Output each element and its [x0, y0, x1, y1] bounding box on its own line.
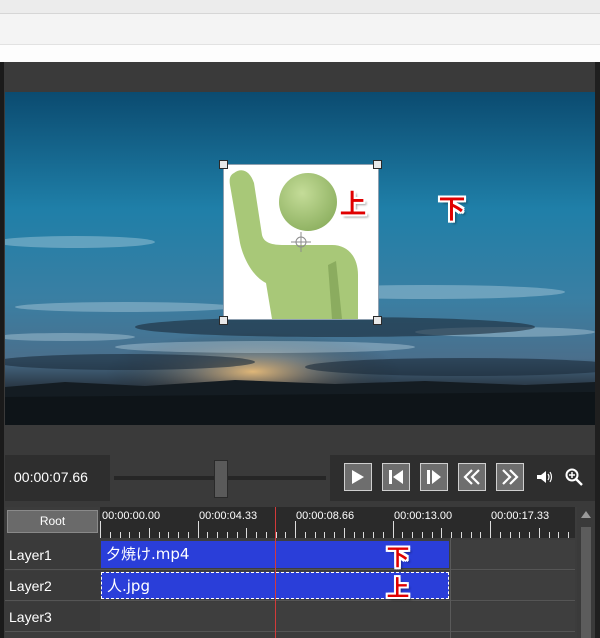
lower-layer-annotation: 下: [439, 195, 466, 225]
track-annotation-upper: 上: [387, 577, 410, 602]
double-chevron-right-icon: [502, 469, 519, 485]
vertical-scrollbar[interactable]: [577, 507, 595, 638]
playhead-line[interactable]: [275, 538, 276, 638]
menu-strip: [0, 45, 600, 62]
play-button[interactable]: [344, 463, 372, 491]
play-icon: [352, 470, 364, 484]
scroll-up-arrow-icon[interactable]: [577, 507, 595, 521]
window-border-right: [595, 62, 600, 638]
timeline-panel: Root 00:00:00.00 00:00:04.33 00:00:08.66…: [5, 507, 595, 638]
layer-label-3[interactable]: Layer3: [5, 602, 100, 632]
resize-handle-top-right[interactable]: [373, 160, 382, 169]
seek-thumb[interactable]: [214, 460, 228, 498]
next-frame-button[interactable]: [420, 463, 448, 491]
zoom-button[interactable]: [563, 466, 585, 488]
title-bar: [0, 0, 600, 14]
step-forward-icon: [427, 470, 441, 484]
step-back-icon: [389, 470, 403, 484]
fast-forward-button[interactable]: [496, 463, 524, 491]
ruler-label-4: 00:00:17.33: [491, 510, 550, 522]
transport-bar: 00:00:07.66: [5, 455, 595, 501]
layer-label-2[interactable]: Layer2: [5, 571, 100, 601]
ruler-label-2: 00:00:08.66: [296, 510, 355, 522]
layer-label-1[interactable]: Layer1: [5, 540, 100, 570]
playhead-marker[interactable]: [275, 507, 276, 538]
speaker-icon: [537, 471, 553, 483]
layer-track-1[interactable]: 夕焼け.mp4: [100, 540, 575, 570]
resize-handle-top-left[interactable]: [219, 160, 228, 169]
resize-handle-bottom-left[interactable]: [219, 316, 228, 325]
timeline-end-line: [450, 538, 451, 638]
seek-bar[interactable]: [110, 455, 330, 501]
ruler-label-1: 00:00:04.33: [199, 510, 258, 522]
zoom-in-icon: [565, 468, 583, 486]
ruler-label-0: 00:00:00.00: [102, 510, 161, 522]
root-button[interactable]: Root: [7, 510, 98, 533]
layer-track-3[interactable]: [100, 602, 575, 632]
toolbar: [0, 14, 600, 45]
current-time-display: 00:00:07.66: [14, 469, 88, 485]
track-annotation-lower: 下: [387, 546, 410, 571]
scrollbar-thumb[interactable]: [581, 527, 591, 638]
ruler-label-3: 00:00:13.00: [394, 510, 453, 522]
rewind-button[interactable]: [458, 463, 486, 491]
double-chevron-left-icon: [463, 469, 480, 485]
prev-frame-button[interactable]: [382, 463, 410, 491]
time-ruler[interactable]: 00:00:00.00 00:00:04.33 00:00:08.66 00:0…: [100, 507, 575, 538]
window-border: [0, 62, 4, 638]
upper-layer-annotation: 上: [340, 190, 367, 220]
layer-track-2[interactable]: 人.jpg: [100, 571, 575, 601]
resize-handle-bottom-right[interactable]: [373, 316, 382, 325]
video-preview[interactable]: 上 下: [5, 92, 595, 425]
volume-button[interactable]: [534, 466, 556, 488]
